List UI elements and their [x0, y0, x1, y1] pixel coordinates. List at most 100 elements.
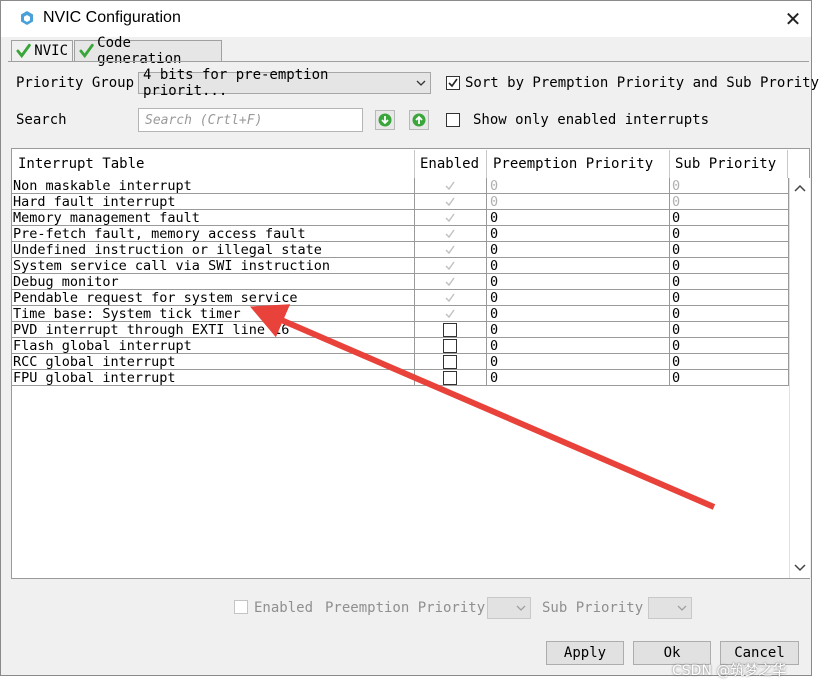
table-row[interactable]: Time base: System tick timer 0 0	[12, 306, 788, 322]
interrupt-name: System service call via SWI instruction	[13, 258, 330, 274]
preemption-priority-value[interactable]: 0	[490, 210, 660, 226]
table-row[interactable]: FPU global interrupt 0 0	[12, 370, 788, 386]
table-row[interactable]: Flash global interrupt 0 0	[12, 338, 788, 354]
table-row[interactable]: Pendable request for system service 0 0	[12, 290, 788, 306]
window-title: NVIC Configuration	[43, 9, 181, 26]
show-only-enabled-checkbox[interactable]	[446, 113, 460, 127]
table-row[interactable]: Undefined instruction or illegal state 0 0	[12, 242, 788, 258]
column-divider	[414, 338, 415, 354]
column-divider	[669, 290, 670, 306]
column-divider	[486, 210, 487, 226]
search-input[interactable]: Search (Crtl+F)	[138, 108, 363, 132]
table-row[interactable]: System service call via SWI instruction 0…	[12, 258, 788, 274]
scroll-up-icon[interactable]	[794, 184, 806, 192]
sub-priority-value[interactable]: 0	[672, 258, 782, 274]
column-divider	[414, 226, 415, 242]
column-divider	[414, 274, 415, 290]
enabled-checkbox-locked[interactable]	[443, 275, 457, 289]
preemption-priority-value[interactable]: 0	[490, 194, 660, 210]
preemption-priority-value[interactable]: 0	[490, 322, 660, 338]
enabled-checkbox-locked[interactable]	[443, 227, 457, 241]
checkmark-icon	[445, 309, 455, 319]
sub-priority-value[interactable]: 0	[672, 370, 782, 386]
column-header-enabled[interactable]: Enabled	[414, 150, 486, 178]
enabled-edit-checkbox[interactable]	[234, 600, 248, 614]
preemption-priority-value[interactable]: 0	[490, 338, 660, 354]
table-row[interactable]: Pre-fetch fault, memory access fault 0 0	[12, 226, 788, 242]
preemption-priority-value[interactable]: 0	[490, 242, 660, 258]
sort-checkbox[interactable]	[446, 76, 460, 90]
preemption-priority-value[interactable]: 0	[490, 258, 660, 274]
column-divider	[414, 210, 415, 226]
table-row[interactable]: Hard fault interrupt 0 0	[12, 194, 788, 210]
enabled-checkbox-locked[interactable]	[443, 291, 457, 305]
vertical-scrollbar[interactable]	[789, 178, 810, 578]
enabled-checkbox-locked[interactable]	[443, 307, 457, 321]
column-divider	[486, 194, 487, 210]
tab-code-generation[interactable]: Code generation	[74, 35, 222, 67]
search-next-button[interactable]	[375, 110, 395, 130]
arrow-down-icon	[378, 113, 392, 127]
sub-priority-value[interactable]: 0	[672, 338, 782, 354]
enabled-checkbox-locked[interactable]	[443, 179, 457, 193]
sub-priority-edit-select[interactable]	[648, 597, 692, 619]
enabled-checkbox[interactable]	[443, 355, 457, 369]
sub-priority-value[interactable]: 0	[672, 210, 782, 226]
column-divider	[414, 322, 415, 338]
tab-code-generation-label: Code generation	[97, 35, 182, 67]
enabled-checkbox-locked[interactable]	[443, 259, 457, 273]
column-divider	[669, 226, 670, 242]
enabled-checkbox-locked[interactable]	[443, 195, 457, 209]
tab-divider	[8, 61, 809, 62]
table-row[interactable]: Non maskable interrupt 0 0	[12, 178, 788, 194]
sub-priority-value[interactable]: 0	[672, 290, 782, 306]
sub-priority-value[interactable]: 0	[672, 194, 782, 210]
enabled-checkbox[interactable]	[443, 323, 457, 337]
sub-priority-value[interactable]: 0	[672, 274, 782, 290]
table-row[interactable]: Debug monitor 0 0	[12, 274, 788, 290]
sub-priority-value[interactable]: 0	[672, 306, 782, 322]
scroll-down-icon[interactable]	[794, 564, 806, 572]
sub-priority-value[interactable]: 0	[672, 354, 782, 370]
sub-priority-value[interactable]: 0	[672, 322, 782, 338]
preemption-priority-value[interactable]: 0	[490, 274, 660, 290]
preemption-priority-value[interactable]: 0	[490, 354, 660, 370]
search-previous-button[interactable]	[409, 110, 429, 130]
column-header-preemption[interactable]: Preemption Priority	[487, 150, 669, 178]
column-header-interrupt[interactable]: Interrupt Table	[12, 150, 414, 178]
enabled-checkbox-locked[interactable]	[443, 243, 457, 257]
column-divider	[669, 274, 670, 290]
preemption-edit-select[interactable]	[487, 597, 531, 619]
apply-button[interactable]: Apply	[546, 641, 624, 665]
column-divider	[486, 306, 487, 322]
table-row[interactable]: RCC global interrupt 0 0	[12, 354, 788, 370]
preemption-priority-value[interactable]: 0	[490, 306, 660, 322]
preemption-priority-value[interactable]: 0	[490, 370, 660, 386]
sub-priority-value[interactable]: 0	[672, 178, 782, 194]
column-divider	[486, 338, 487, 354]
priority-group-select[interactable]: 4 bits for pre-emption priorit...	[138, 67, 431, 99]
preemption-priority-value[interactable]: 0	[490, 226, 660, 242]
interrupt-name: Non maskable interrupt	[13, 178, 192, 194]
close-button[interactable]: ✕	[776, 4, 810, 34]
enabled-checkbox[interactable]	[443, 339, 457, 353]
checkmark-icon	[445, 181, 455, 191]
tab-nvic[interactable]: NVIC	[11, 40, 73, 62]
table-row[interactable]: PVD interrupt through EXTI line 16 0 0	[12, 322, 788, 338]
check-icon	[79, 43, 94, 59]
close-icon: ✕	[784, 8, 802, 31]
interrupt-name: RCC global interrupt	[13, 354, 176, 370]
preemption-priority-value[interactable]: 0	[490, 178, 660, 194]
interrupt-name: Undefined instruction or illegal state	[13, 242, 322, 258]
sub-priority-value[interactable]: 0	[672, 242, 782, 258]
checkmark-icon	[445, 245, 455, 255]
preemption-priority-value[interactable]: 0	[490, 290, 660, 306]
enabled-checkbox-locked[interactable]	[443, 211, 457, 225]
column-header-sub-priority[interactable]: Sub Priority	[669, 150, 787, 178]
enabled-edit-label: Enabled	[254, 600, 314, 616]
search-placeholder: Search (Crtl+F)	[145, 112, 263, 128]
table-row[interactable]: Memory management fault 0 0	[12, 210, 788, 226]
sub-priority-value[interactable]: 0	[672, 226, 782, 242]
enabled-checkbox[interactable]	[443, 371, 457, 385]
checkmark-icon	[445, 229, 455, 239]
